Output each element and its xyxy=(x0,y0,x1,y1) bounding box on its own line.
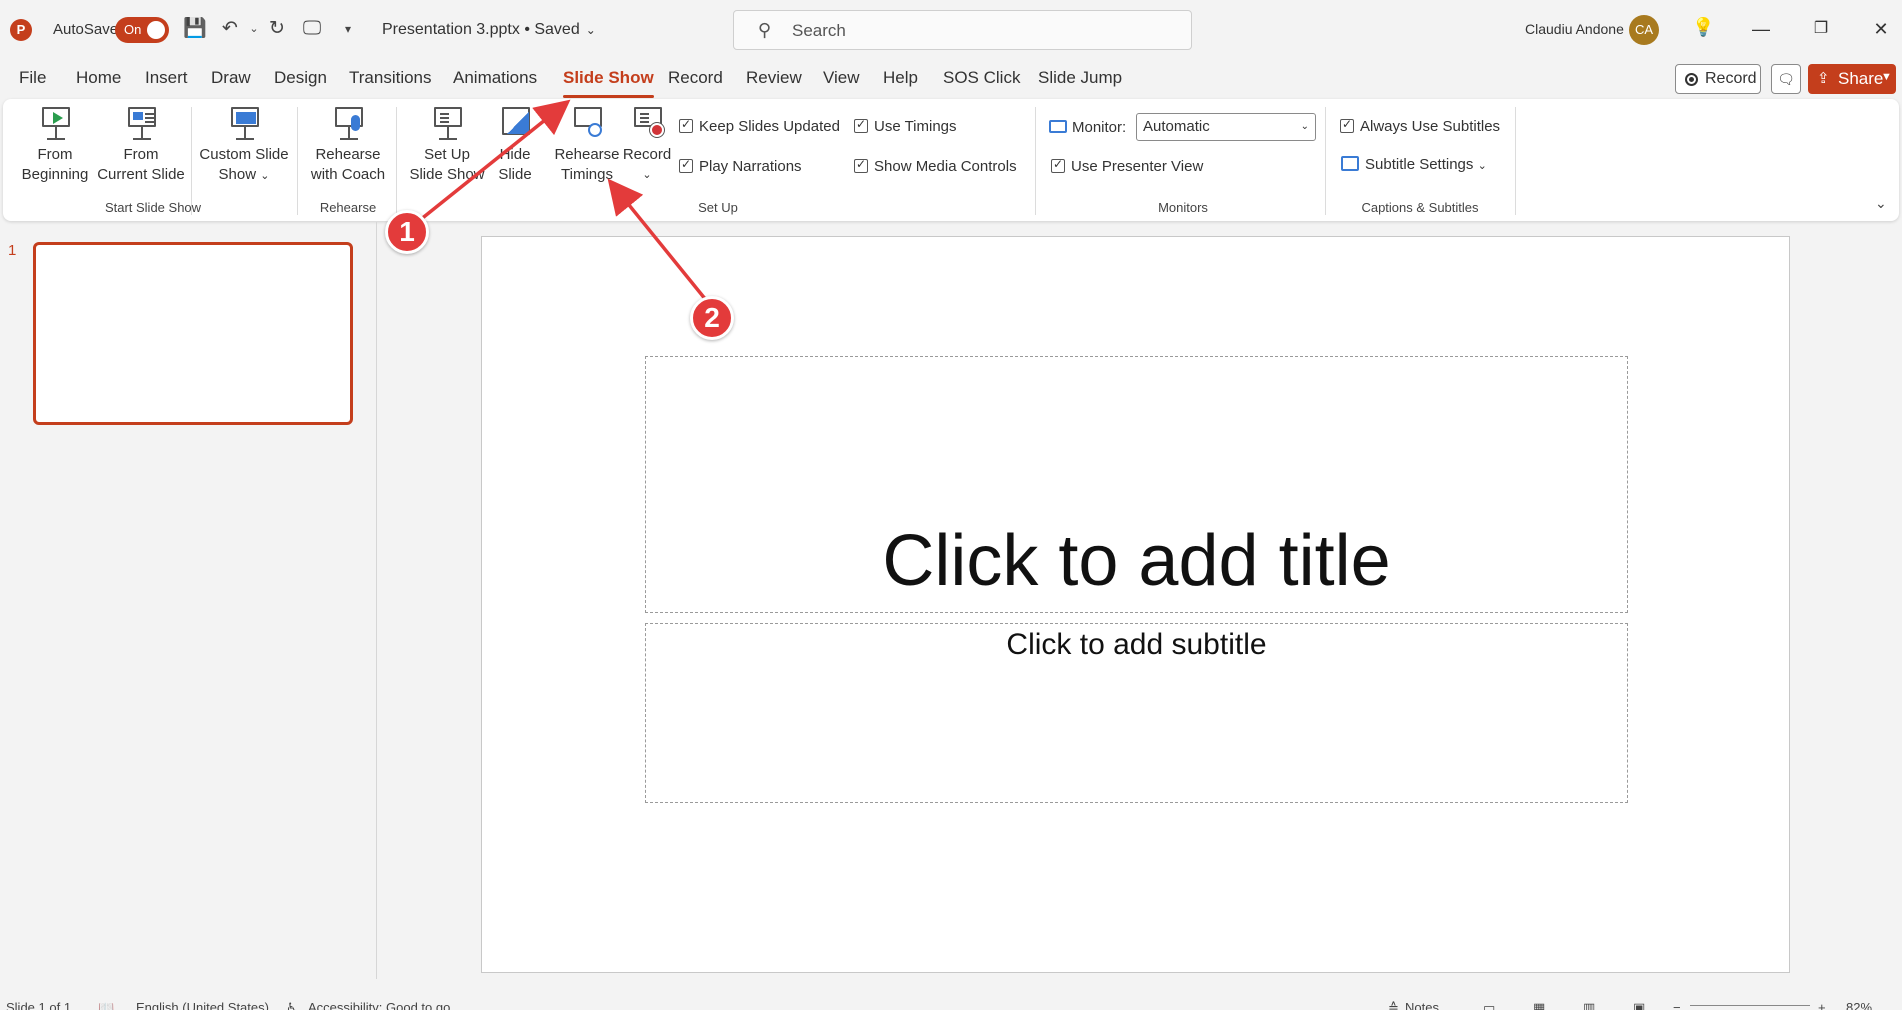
language-status[interactable]: English (United States) xyxy=(136,1000,269,1010)
normal-view-icon[interactable]: ▭ xyxy=(1483,1000,1495,1010)
accessibility-icon: ♿ xyxy=(286,1000,298,1010)
zoom-in-icon[interactable]: + xyxy=(1818,1000,1826,1010)
annotation-badge-1: 1 xyxy=(385,210,429,254)
slideshow-view-icon[interactable]: ▣ xyxy=(1633,1000,1645,1010)
zoom-slider[interactable] xyxy=(1690,1005,1810,1006)
annotation-badge-2: 2 xyxy=(690,296,734,340)
zoom-out-icon[interactable]: − xyxy=(1673,1000,1681,1010)
slide-count: Slide 1 of 1 xyxy=(6,1000,72,1010)
annotation-arrows xyxy=(408,99,708,302)
accessibility-status[interactable]: Accessibility: Good to go xyxy=(308,1000,450,1010)
notes-icon: ≙ xyxy=(1388,1000,1399,1010)
arrow-to-rehearse-timings xyxy=(607,178,708,302)
reading-view-icon[interactable]: ▥ xyxy=(1583,1000,1595,1010)
arrow-to-slide-show-tab xyxy=(408,99,571,230)
notes-button[interactable]: Notes xyxy=(1405,1000,1439,1010)
spelling-icon[interactable]: 📖 xyxy=(98,1000,114,1010)
slide-sorter-icon[interactable]: ▦ xyxy=(1533,1000,1545,1010)
status-bar: Slide 1 of 1 📖 English (United States) ♿… xyxy=(0,993,1902,1010)
zoom-level[interactable]: 82% xyxy=(1846,1000,1872,1010)
